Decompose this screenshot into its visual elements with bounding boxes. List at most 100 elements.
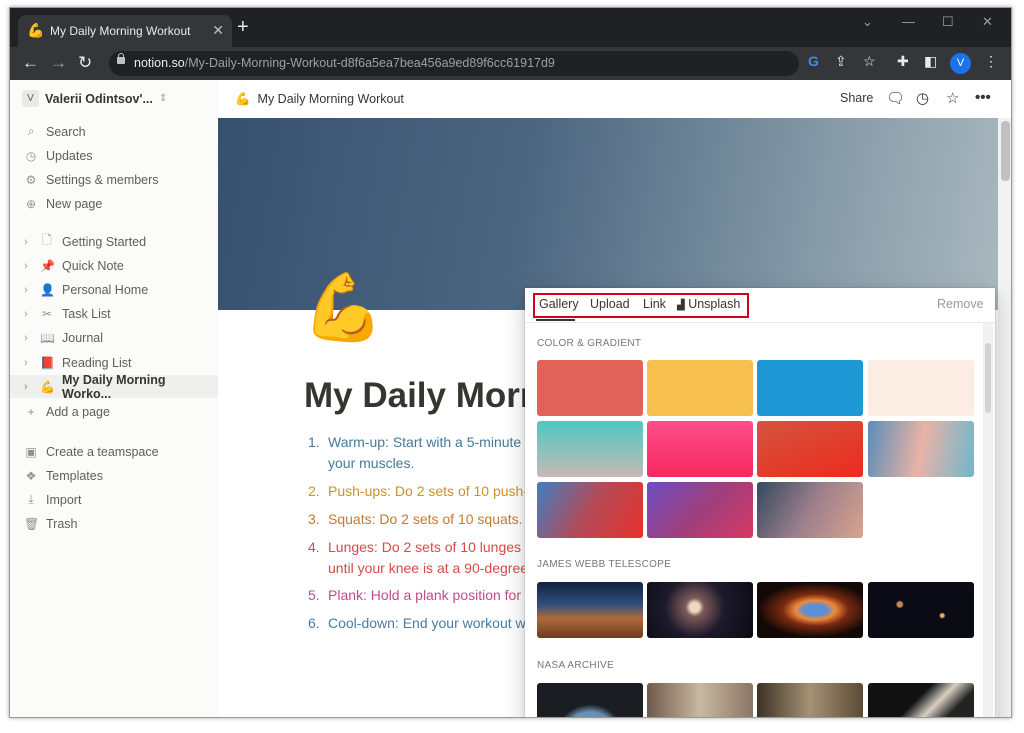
gear-icon: ⚙ (25, 172, 37, 187)
page-scrollbar[interactable] (998, 118, 1011, 717)
sidebar-page-quick-note[interactable]: › 📌 Quick Note (10, 254, 218, 277)
breadcrumb-title: My Daily Morning Workout (257, 92, 404, 106)
teamspace-icon: ▣ (25, 444, 37, 459)
book-icon: 📕 (40, 355, 55, 370)
sidebar-page-personal-home[interactable]: › 👤 Personal Home (10, 278, 218, 301)
sidebar-page-reading-list[interactable]: › 📕 Reading List (10, 351, 218, 374)
side-panel-icon[interactable]: ◧ (924, 53, 937, 70)
sidebar-item-label: Personal Home (62, 282, 149, 297)
sidebar-item-import[interactable]: ⤓ Import (10, 488, 218, 511)
chevron-right-icon[interactable]: › (24, 260, 32, 272)
close-window-icon[interactable]: ✕ (982, 14, 993, 30)
list-item[interactable]: 3. Squats: Do 2 sets of 10 squats. K (308, 509, 536, 530)
sidebar-item-label: Create a teamspace (46, 444, 159, 459)
cover-gradient[interactable] (868, 421, 974, 477)
tab-link[interactable]: Link (643, 297, 666, 311)
list-number: 1. (308, 434, 320, 450)
chevron-right-icon[interactable]: › (24, 308, 32, 320)
list-number: 5. (308, 587, 320, 603)
chevron-right-icon[interactable]: › (24, 357, 32, 369)
list-item[interactable]: 4. Lunges: Do 2 sets of 10 lunges o (308, 537, 533, 558)
new-tab-button[interactable]: + (237, 17, 249, 37)
list-number: 6. (308, 615, 320, 631)
tab-search-icon[interactable]: ⌄ (862, 14, 873, 30)
list-item-continuation[interactable]: your muscles. (308, 453, 414, 474)
sidebar-item-search[interactable]: ⌕ Search (10, 120, 218, 143)
reload-icon[interactable]: ↻ (78, 53, 92, 73)
back-icon[interactable]: ← (22, 53, 39, 73)
browser-toolbar: ← → ↻ notion.so/My-Daily-Morning-Workout… (10, 47, 1011, 80)
breadcrumb[interactable]: 💪 My Daily Morning Workout (235, 92, 404, 107)
sidebar-item-trash[interactable]: 🗑 Trash (10, 512, 218, 535)
sidebar-item-new-page[interactable]: ⊕ New page (10, 192, 218, 215)
scrollbar-thumb[interactable] (1001, 121, 1010, 181)
extensions-icon[interactable]: ✚ (897, 53, 909, 70)
list-item-continuation[interactable]: until your knee is at a 90-degree (308, 558, 528, 579)
chevron-right-icon[interactable]: › (24, 284, 32, 296)
sidebar-item-templates[interactable]: ❖ Templates (10, 464, 218, 487)
sidebar-page-my-daily-morning-workout[interactable]: › 💪 My Daily Morning Worko... (10, 373, 218, 401)
tab-unsplash[interactable]: ▟ Unsplash (677, 297, 740, 311)
cover-gradient[interactable] (757, 482, 863, 538)
page-icon-emoji[interactable]: 💪 (302, 272, 384, 342)
more-options-icon[interactable]: ••• (975, 89, 991, 106)
cover-image-stephans-quintet[interactable] (647, 582, 753, 638)
cover-image-astronaut[interactable] (868, 683, 974, 717)
profile-avatar[interactable]: V (950, 53, 971, 74)
cover-image-deep-field[interactable] (868, 582, 974, 638)
tab-gallery[interactable]: Gallery (539, 297, 579, 311)
browser-tab[interactable]: 💪 My Daily Morning Workout ✕ (18, 15, 232, 47)
sidebar-item-label: Journal (62, 330, 103, 345)
share-button[interactable]: Share (840, 91, 873, 105)
sidebar-item-settings[interactable]: ⚙ Settings & members (10, 168, 218, 191)
share-page-icon[interactable]: ⇪ (835, 53, 847, 70)
cover-swatch[interactable] (647, 360, 753, 416)
list-item[interactable]: 1. Warm-up: Start with a 5-minute (308, 432, 521, 453)
cover-gradient[interactable] (537, 421, 643, 477)
comments-icon[interactable]: 🗨 (886, 89, 905, 107)
cover-image-spacecraft[interactable] (757, 683, 863, 717)
add-page-button[interactable]: + Add a page (10, 400, 218, 423)
chevron-right-icon[interactable]: › (24, 236, 32, 248)
close-tab-icon[interactable]: ✕ (212, 22, 224, 39)
cover-gradient[interactable] (647, 421, 753, 477)
forward-icon[interactable]: → (50, 53, 67, 73)
remove-cover-button[interactable]: Remove (937, 297, 984, 311)
cover-image-cosmic-cliffs[interactable] (537, 582, 643, 638)
sidebar-item-create-teamspace[interactable]: ▣ Create a teamspace (10, 440, 218, 463)
sidebar-page-task-list[interactable]: › ✂ Task List (10, 302, 218, 325)
sidebar-page-journal[interactable]: › 📖 Journal (10, 326, 218, 349)
maximize-icon[interactable]: ☐ (942, 14, 954, 30)
plus-circle-icon: ⊕ (25, 196, 37, 211)
google-icon[interactable]: G (808, 53, 819, 69)
favorite-star-icon[interactable]: ☆ (946, 89, 959, 107)
address-bar[interactable]: notion.so/My-Daily-Morning-Workout-d8f6a… (109, 51, 799, 76)
list-item[interactable]: 2. Push-ups: Do 2 sets of 10 push- (308, 481, 528, 502)
popup-scrollbar-thumb[interactable] (985, 343, 991, 413)
cover-image-rocket-stage[interactable] (647, 683, 753, 717)
cover-gradient[interactable] (647, 482, 753, 538)
cover-swatch[interactable] (868, 360, 974, 416)
cover-image-southern-ring[interactable] (757, 582, 863, 638)
cover-image-earth[interactable] (537, 683, 643, 717)
sidebar-page-getting-started[interactable]: › 🗋 Getting Started (10, 230, 218, 253)
cover-swatch[interactable] (757, 360, 863, 416)
browser-menu-icon[interactable]: ⋮ (984, 53, 998, 70)
chevron-right-icon[interactable]: › (24, 381, 32, 393)
page-topbar: 💪 My Daily Morning Workout Share 🗨 ◷ ☆ •… (218, 80, 1011, 118)
list-item[interactable]: 6. Cool-down: End your workout w (308, 613, 526, 634)
cover-swatch[interactable] (537, 360, 643, 416)
chevron-right-icon[interactable]: › (24, 332, 32, 344)
tab-upload[interactable]: Upload (590, 297, 630, 311)
popup-scrollbar[interactable] (983, 323, 993, 717)
divider (525, 322, 995, 323)
history-clock-icon[interactable]: ◷ (916, 89, 929, 107)
workspace-switcher[interactable]: V Valerii Odintsov'... ⇕ (22, 90, 167, 107)
sidebar-item-label: Task List (62, 306, 111, 321)
sidebar-item-updates[interactable]: ◷ Updates (10, 144, 218, 167)
cover-gradient[interactable] (757, 421, 863, 477)
bookmark-star-icon[interactable]: ☆ (863, 53, 876, 70)
list-item[interactable]: 5. Plank: Hold a plank position for (308, 585, 521, 606)
cover-gradient[interactable] (537, 482, 643, 538)
minimize-icon[interactable]: — (902, 14, 915, 29)
